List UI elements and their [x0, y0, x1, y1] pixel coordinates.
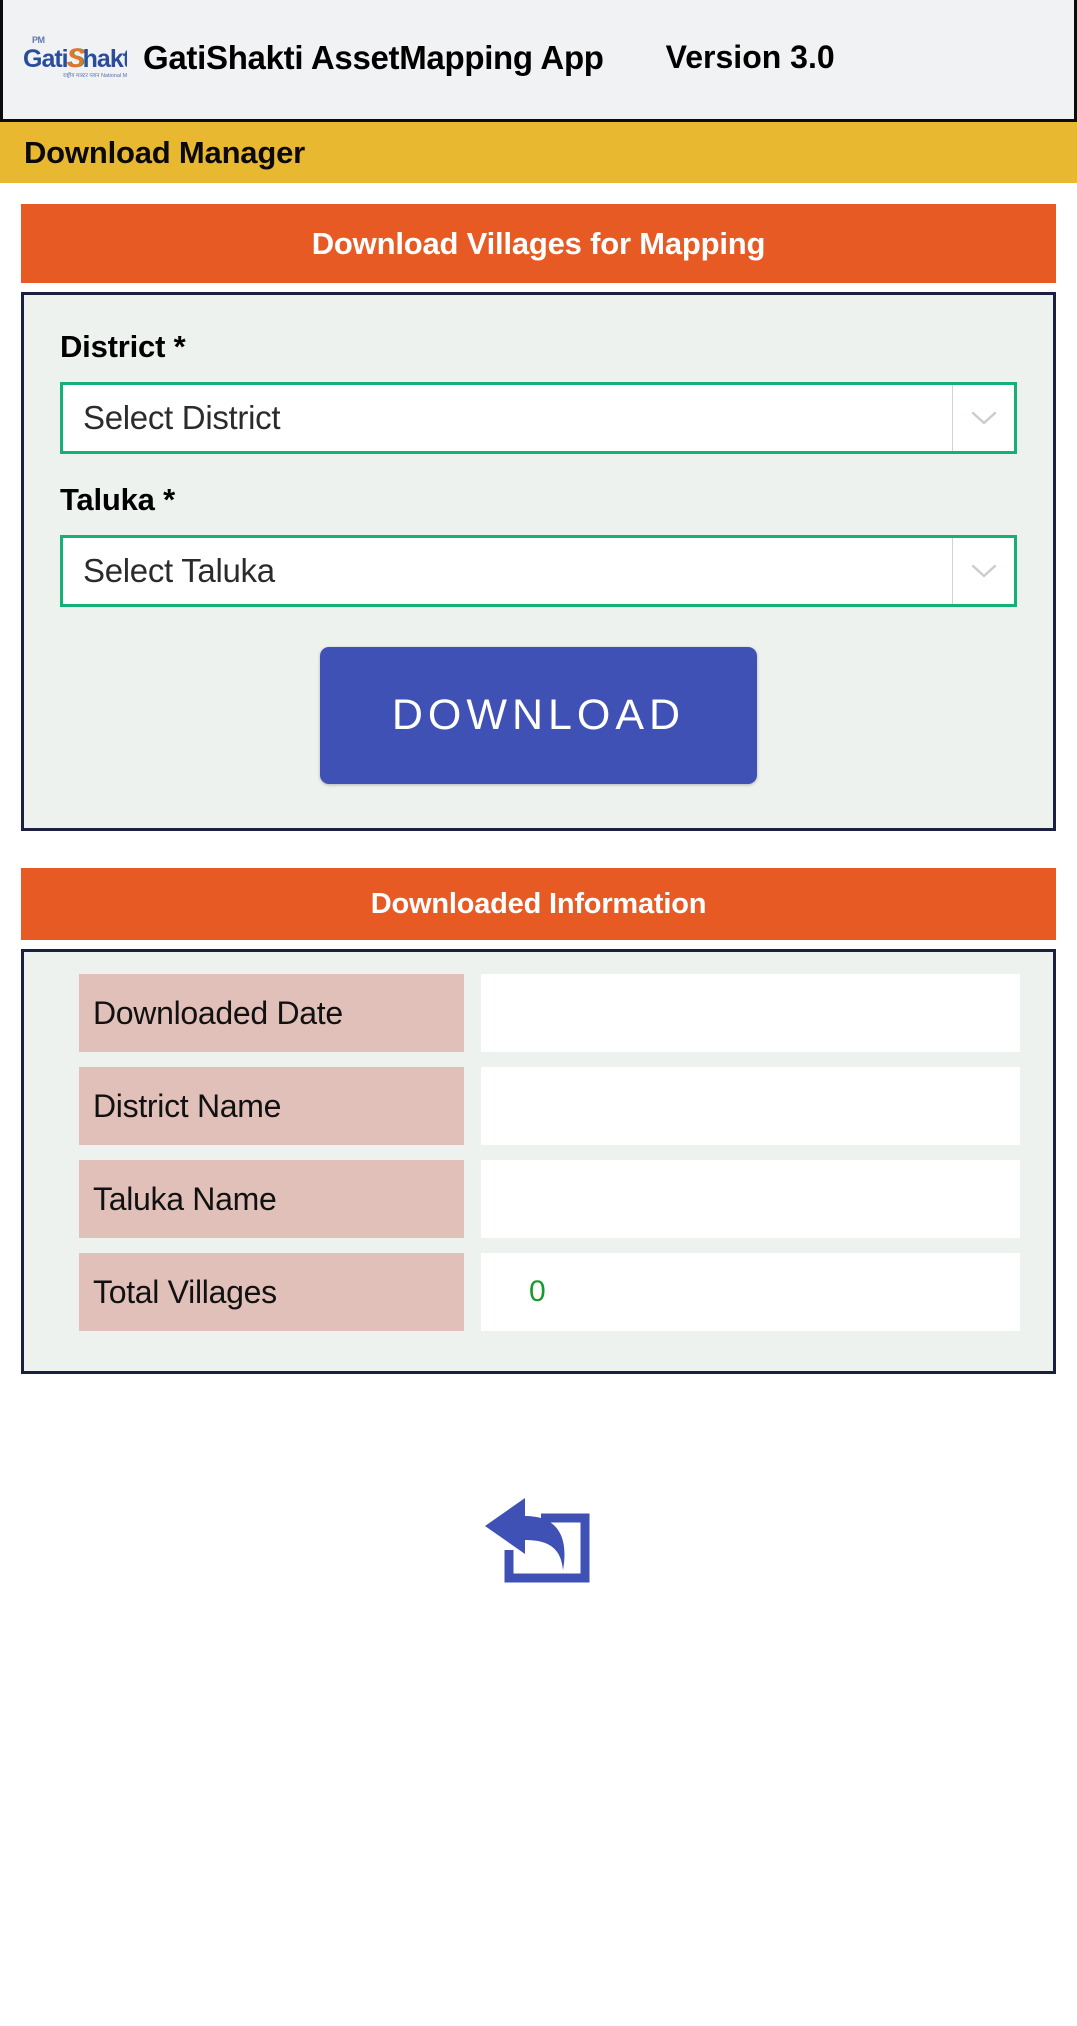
district-select[interactable]: Select District: [60, 382, 1017, 454]
district-select-arrow-box[interactable]: [952, 385, 1014, 451]
taluka-select-arrow-box[interactable]: [952, 538, 1014, 604]
back-button-row: [0, 1474, 1077, 1604]
district-name-value: [481, 1067, 1020, 1145]
table-row: Total Villages 0: [24, 1253, 1053, 1331]
taluka-name-label: Taluka Name: [79, 1160, 464, 1238]
district-name-label: District Name: [79, 1067, 464, 1145]
page-title: Download Manager: [24, 134, 305, 170]
logo-subtitle: राष्ट्रीय मास्टर प्लान National Master P…: [63, 72, 127, 79]
info-section-banner: Downloaded Information: [21, 868, 1056, 940]
downloaded-info-card: Downloaded Date District Name Taluka Nam…: [21, 949, 1056, 1374]
table-row: District Name: [24, 1067, 1053, 1145]
back-button[interactable]: [459, 1474, 619, 1604]
downloaded-date-value: [481, 974, 1020, 1052]
logo-hakti-text: hakti: [82, 44, 127, 73]
chevron-down-icon: [971, 411, 997, 425]
logo-s-mark: S: [66, 42, 85, 73]
district-label: District *: [60, 329, 186, 364]
app-header-inner: PM GatiShakti राष्ट्रीय मास्टर प्लान Nat…: [9, 4, 1068, 111]
download-section-banner-label: Download Villages for Mapping: [311, 225, 766, 261]
total-villages-value: 0: [481, 1253, 1020, 1331]
total-villages-label: Total Villages: [79, 1253, 464, 1331]
info-section-banner-label: Downloaded Information: [370, 887, 707, 920]
downloaded-date-label: Downloaded Date: [79, 974, 464, 1052]
logo-pm-text: PM: [32, 34, 45, 45]
logo-wordmark: GatiShakti: [23, 42, 127, 73]
app-version: Version 3.0: [665, 39, 835, 75]
logo-gati-text: Gati: [23, 44, 69, 73]
taluka-select[interactable]: Select Taluka: [60, 535, 1017, 607]
table-row: Taluka Name: [24, 1160, 1053, 1238]
taluka-select-value: Select Taluka: [63, 538, 952, 604]
download-button[interactable]: DOWNLOAD: [320, 647, 757, 784]
page-title-bar: Download Manager: [0, 122, 1077, 183]
gatishakti-logo: PM GatiShakti राष्ट्रीय मास्टर प्लान Nat…: [23, 28, 127, 88]
taluka-label: Taluka *: [60, 482, 175, 517]
back-arrow-icon: [481, 1492, 597, 1587]
download-form-card: District * Select District Taluka * Sele…: [21, 292, 1056, 831]
district-select-value: Select District: [63, 385, 952, 451]
chevron-down-icon: [971, 564, 997, 578]
app-header: PM GatiShakti राष्ट्रीय मास्टर प्लान Nat…: [0, 0, 1077, 122]
app-title: GatiShakti AssetMapping App: [143, 38, 604, 76]
table-row: Downloaded Date: [24, 974, 1053, 1052]
download-button-row: DOWNLOAD: [60, 647, 1017, 784]
taluka-name-value: [481, 1160, 1020, 1238]
download-section-banner: Download Villages for Mapping: [21, 204, 1056, 283]
